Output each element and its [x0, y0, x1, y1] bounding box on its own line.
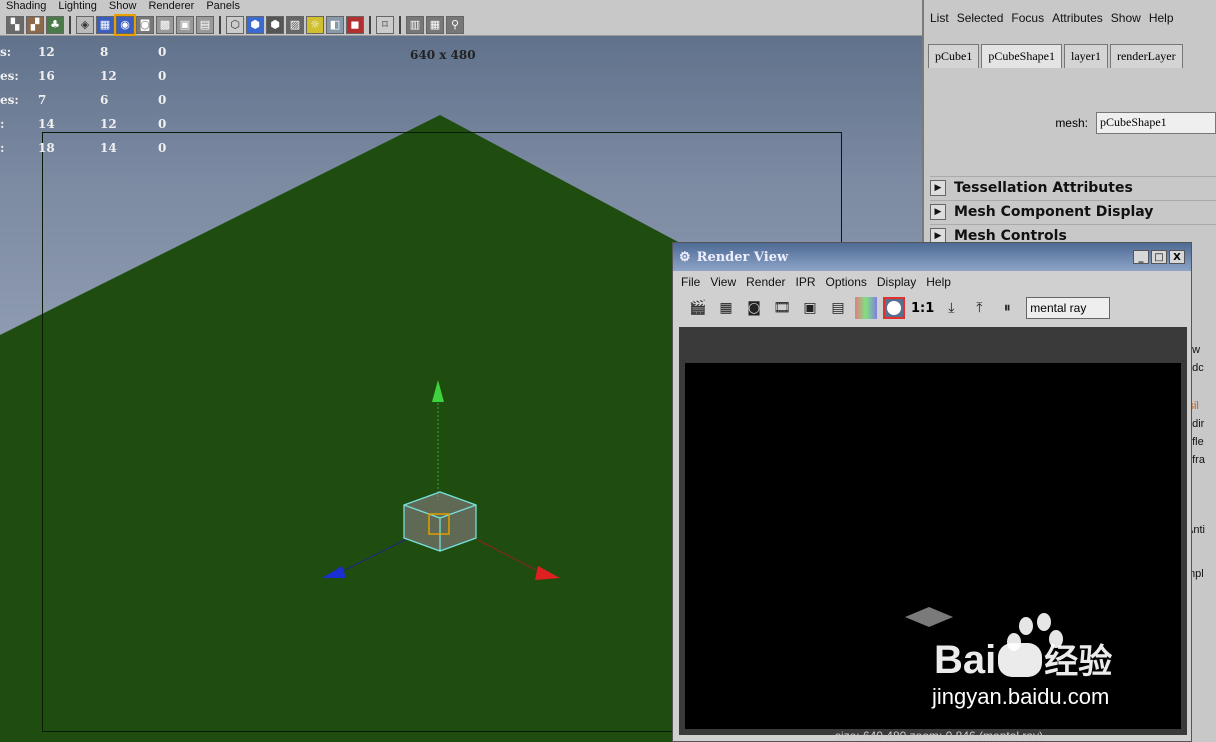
section-mesh-component-display[interactable]: ▶ Mesh Component Display: [930, 200, 1216, 222]
ipr-render-icon[interactable]: 🎞: [771, 297, 793, 319]
watermark-suffix: 经验: [1044, 643, 1113, 681]
keep-image-icon[interactable]: ⤓: [940, 297, 962, 319]
render-view-title: Render View: [696, 249, 789, 265]
menu-ipr[interactable]: IPR: [796, 275, 816, 289]
baidu-watermark: Bai 经验 jingyan.baidu.com: [930, 612, 1170, 712]
menu-options[interactable]: Options: [826, 275, 867, 289]
menu-panels[interactable]: Panels: [206, 0, 240, 14]
bookmarks-icon[interactable]: ♣: [46, 15, 64, 34]
shadows-icon[interactable]: ◧: [326, 15, 344, 34]
select-camera-icon[interactable]: ▚: [6, 15, 24, 34]
gate-mask-icon[interactable]: ▩: [156, 15, 174, 34]
render-view-menubar: File View Render IPR Options Display Hel…: [673, 271, 1191, 293]
menu-list[interactable]: List: [930, 11, 949, 25]
snapshot-icon[interactable]: ▦: [426, 15, 444, 34]
render-view-app-icon: ⚙: [679, 249, 691, 265]
isolate-icon[interactable]: ⌑: [376, 15, 394, 34]
xray-icon[interactable]: ◼: [346, 15, 364, 34]
node-tabs: pCube1 pCubeShape1 layer1 renderLayer: [928, 44, 1183, 68]
minimize-button[interactable]: _: [1133, 250, 1149, 264]
viewport-toolbar: ▚ ▞ ♣ ◈ ▦ ◉ ◙ ▩ ▣ ▤ ⬡ ⬢ ⬢ ▨ ☼ ◧ ◼ ⌑ ▥ ▦ …: [0, 13, 922, 36]
menu-file[interactable]: File: [681, 275, 700, 289]
menu-show[interactable]: Show: [109, 0, 137, 14]
tab-renderlayer[interactable]: renderLayer: [1109, 44, 1183, 68]
image-slider-icon[interactable]: ⏸: [996, 297, 1018, 319]
viewport-menubar: Shading Lighting Show Renderer Panels: [0, 0, 922, 14]
hud-row: es: 16 12 0: [0, 69, 167, 83]
hud-row: : 18 14 0: [0, 141, 167, 155]
field-chart-icon[interactable]: ▣: [176, 15, 194, 34]
smooth-shade-icon[interactable]: ⬢: [246, 15, 264, 34]
tab-pcubeshape1[interactable]: pCubeShape1: [981, 44, 1062, 68]
menu-focus[interactable]: Focus: [1011, 11, 1044, 25]
alpha-channel-icon[interactable]: [883, 297, 905, 319]
safe-action-icon[interactable]: ▤: [196, 15, 214, 34]
mesh-row: mesh: pCubeShape1: [924, 110, 1216, 136]
hud-row: s: 12 8 0: [0, 45, 167, 59]
snapshot-icon[interactable]: ◙: [743, 297, 765, 319]
mesh-name-field[interactable]: pCubeShape1: [1096, 112, 1216, 134]
render-view-titlebar[interactable]: ⚙ Render View _ □ X: [673, 243, 1191, 271]
attribute-editor-menubar: List Selected Focus Attributes Show Help: [924, 0, 1216, 32]
textured-icon[interactable]: ▨: [286, 15, 304, 34]
menu-help[interactable]: Help: [926, 275, 951, 289]
wireframe-icon[interactable]: ⬡: [226, 15, 244, 34]
resolution-gate-icon[interactable]: ◙: [136, 15, 154, 34]
menu-display[interactable]: Display: [877, 275, 916, 289]
redo-render-icon[interactable]: 🎬: [687, 297, 709, 319]
rgb-channels-icon[interactable]: [855, 297, 877, 319]
menu-renderer[interactable]: Renderer: [148, 0, 194, 14]
watermark-brand: Bai: [934, 638, 997, 682]
remove-image-icon[interactable]: ⤒: [968, 297, 990, 319]
menu-render[interactable]: Render: [746, 275, 785, 289]
renderer-dropdown[interactable]: mental ray: [1026, 297, 1111, 319]
menu-shading[interactable]: Shading: [6, 0, 46, 14]
watermark-url: jingyan.baidu.com: [932, 684, 1110, 709]
menu-lighting[interactable]: Lighting: [58, 0, 97, 14]
image-plane-icon[interactable]: ◈: [76, 15, 94, 34]
real-size-button[interactable]: 1:1: [911, 301, 934, 316]
flat-shade-icon[interactable]: ⬢: [266, 15, 284, 34]
section-tessellation[interactable]: ▶ Tessellation Attributes: [930, 176, 1216, 198]
hud-icon[interactable]: ▥: [406, 15, 424, 34]
menu-attributes[interactable]: Attributes: [1052, 11, 1103, 25]
resolution-label: 640 x 480: [410, 48, 476, 62]
screen: Shading Lighting Show Renderer Panels ▚ …: [0, 0, 1216, 742]
maximize-button[interactable]: □: [1151, 250, 1167, 264]
mesh-label: mesh:: [1055, 116, 1088, 130]
hud-row: : 14 12 0: [0, 117, 167, 131]
refresh-ipr-icon[interactable]: ▣: [799, 297, 821, 319]
menu-help[interactable]: Help: [1149, 11, 1174, 25]
render-sequence-icon[interactable]: ▤: [827, 297, 849, 319]
render-region-icon[interactable]: ▦: [715, 297, 737, 319]
camera-attributes-icon[interactable]: ▞: [26, 15, 44, 34]
expand-arrow-icon[interactable]: ▶: [930, 179, 946, 196]
grid-icon[interactable]: ▦: [96, 15, 114, 34]
menu-show[interactable]: Show: [1111, 11, 1141, 25]
film-gate-icon[interactable]: ◉: [114, 13, 136, 36]
hud-row: es: 7 6 0: [0, 93, 167, 107]
expand-arrow-icon[interactable]: ▶: [930, 203, 946, 220]
menu-selected[interactable]: Selected: [957, 11, 1004, 25]
tab-layer1[interactable]: layer1: [1064, 44, 1108, 68]
menu-view[interactable]: View: [710, 275, 736, 289]
close-button[interactable]: X: [1169, 250, 1185, 264]
lights-icon[interactable]: ☼: [306, 15, 324, 34]
render-status-text: size: 640 480 zoom: 0.846 (mental ray): [834, 729, 1044, 742]
poly-count-hud: s: 12 8 0 es: 16 12 0 es: 7 6 0 : 14 12: [0, 40, 166, 160]
tab-pcube1[interactable]: pCube1: [928, 44, 980, 68]
playblast-icon[interactable]: ⚲: [446, 15, 464, 34]
render-view-toolbar: 🎬 ▦ ◙ 🎞 ▣ ▤ 1:1 ⤓ ⤒ ⏸ mental ray: [673, 293, 1191, 323]
